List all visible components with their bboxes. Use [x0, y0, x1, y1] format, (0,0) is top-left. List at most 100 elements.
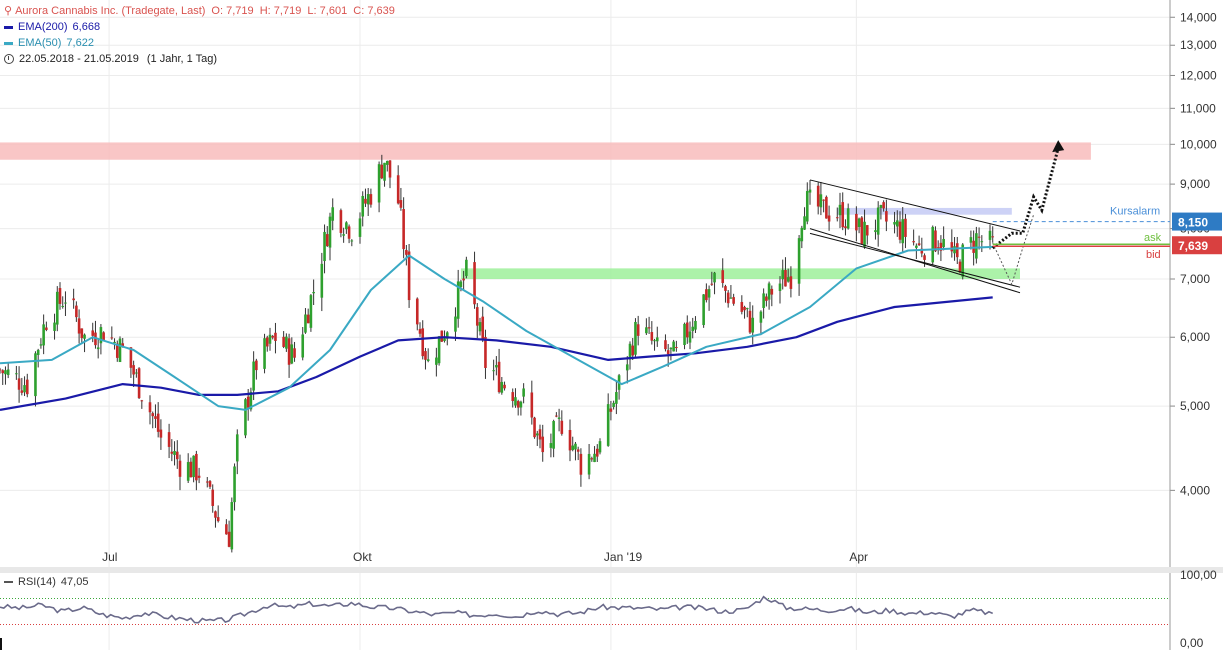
- candle-body: [186, 462, 190, 481]
- candle-body: [197, 475, 201, 478]
- price-chart[interactable]: 14,00013,00012,00011,00010,0009,0008,000…: [0, 0, 1223, 650]
- y-tick-label: 11,000: [1180, 101, 1216, 115]
- candle-body: [39, 344, 43, 346]
- candle-body: [860, 217, 864, 244]
- candle-body: [923, 255, 926, 260]
- candle-body: [265, 337, 269, 347]
- candle-body: [271, 336, 275, 338]
- candle-body: [435, 357, 438, 365]
- candle-body: [312, 292, 315, 294]
- candle-body: [579, 453, 583, 475]
- candle-body: [91, 330, 95, 336]
- candle-body: [380, 164, 384, 179]
- candle-body: [148, 402, 152, 413]
- candle-body: [255, 360, 258, 371]
- candle-body: [189, 461, 193, 478]
- candle-body: [705, 289, 708, 301]
- ema200-line: [0, 296, 993, 411]
- candle-body: [415, 298, 419, 325]
- candle-body: [399, 200, 403, 208]
- candle-body: [805, 191, 809, 222]
- candle-body: [901, 219, 905, 244]
- candle-body: [863, 221, 866, 247]
- candle-body: [786, 277, 790, 282]
- candle-body: [167, 432, 171, 447]
- candle-body: [975, 233, 978, 259]
- candle-body: [497, 361, 501, 393]
- rsi-value: 47,05: [60, 576, 89, 588]
- resistance-zone: [0, 142, 1091, 160]
- candle-body: [560, 420, 564, 434]
- x-tick-label: Jul: [102, 550, 117, 564]
- candle-body: [36, 349, 40, 355]
- candle-body: [759, 311, 763, 323]
- candle-body: [767, 283, 771, 300]
- candle-body: [274, 332, 277, 341]
- candle-body: [437, 336, 441, 364]
- candle-body: [936, 247, 940, 249]
- candle-body: [396, 175, 400, 204]
- candle-body: [645, 327, 648, 334]
- candle-body: [342, 234, 345, 236]
- candle-body: [942, 238, 945, 248]
- rsi-legend[interactable]: RSI(14) 47,05: [4, 576, 88, 588]
- candle-body: [710, 283, 714, 285]
- bid-price-value: 7,639: [1178, 239, 1208, 253]
- y-tick-label: 12,000: [1180, 68, 1217, 82]
- candle-body: [688, 331, 692, 343]
- candle-body: [475, 307, 479, 326]
- rsi-label: RSI(14): [18, 576, 56, 588]
- candle-body: [20, 390, 24, 393]
- candle-body: [726, 292, 730, 304]
- candle-body: [672, 341, 675, 352]
- candle-body: [61, 305, 65, 307]
- candle-body: [323, 231, 326, 262]
- candle-body: [195, 453, 198, 481]
- candle-body: [958, 261, 962, 273]
- candle-body: [0, 369, 2, 371]
- candle-body: [440, 330, 444, 342]
- candle-body: [235, 434, 239, 462]
- candle-body: [636, 324, 640, 336]
- ema200-legend[interactable]: EMA(200) 6,668: [4, 19, 395, 35]
- candle-body: [781, 270, 785, 280]
- candle-body: [574, 443, 577, 450]
- candle-body: [615, 392, 618, 404]
- candle-body: [576, 449, 580, 452]
- candle-body: [675, 347, 678, 349]
- candle-body: [426, 359, 430, 361]
- ema50-legend[interactable]: EMA(50) 7,622: [4, 35, 395, 51]
- candle-body: [522, 388, 525, 397]
- candle-body: [339, 210, 343, 233]
- candle-body: [110, 337, 114, 339]
- candle-body: [625, 364, 629, 371]
- candle-body: [598, 441, 602, 453]
- ema200-label: EMA(200): [18, 21, 68, 33]
- rsi-swatch: [4, 581, 13, 583]
- candle-body: [459, 281, 463, 287]
- candle-body: [732, 297, 735, 304]
- candle-body: [64, 302, 67, 304]
- ohlc-values: O: 7,719 H: 7,719 L: 7,601 C: 7,639: [211, 5, 395, 17]
- candle-body: [955, 243, 959, 258]
- rsi-tick-0: 0,00: [1180, 636, 1204, 650]
- candle-body: [514, 397, 517, 406]
- candle-body: [211, 489, 215, 506]
- candle-body: [991, 236, 995, 238]
- candle-body: [227, 531, 231, 547]
- y-tick-label: 9,000: [1180, 177, 1210, 191]
- candle-body: [931, 226, 935, 263]
- candle-body: [825, 196, 828, 219]
- candle-body: [874, 230, 877, 233]
- candle-body: [263, 338, 266, 369]
- candle-body: [503, 384, 506, 389]
- candle-body: [225, 524, 228, 535]
- candle-body: [205, 481, 209, 483]
- candle-body: [655, 337, 659, 342]
- candle-body: [669, 347, 673, 350]
- candle-body: [15, 373, 18, 375]
- candle-body: [331, 207, 335, 221]
- candle-body: [132, 365, 135, 375]
- period-row[interactable]: 22.05.2018 - 21.05.2019 (1 Jahr, 1 Tag): [4, 51, 395, 67]
- candle-body: [301, 334, 305, 358]
